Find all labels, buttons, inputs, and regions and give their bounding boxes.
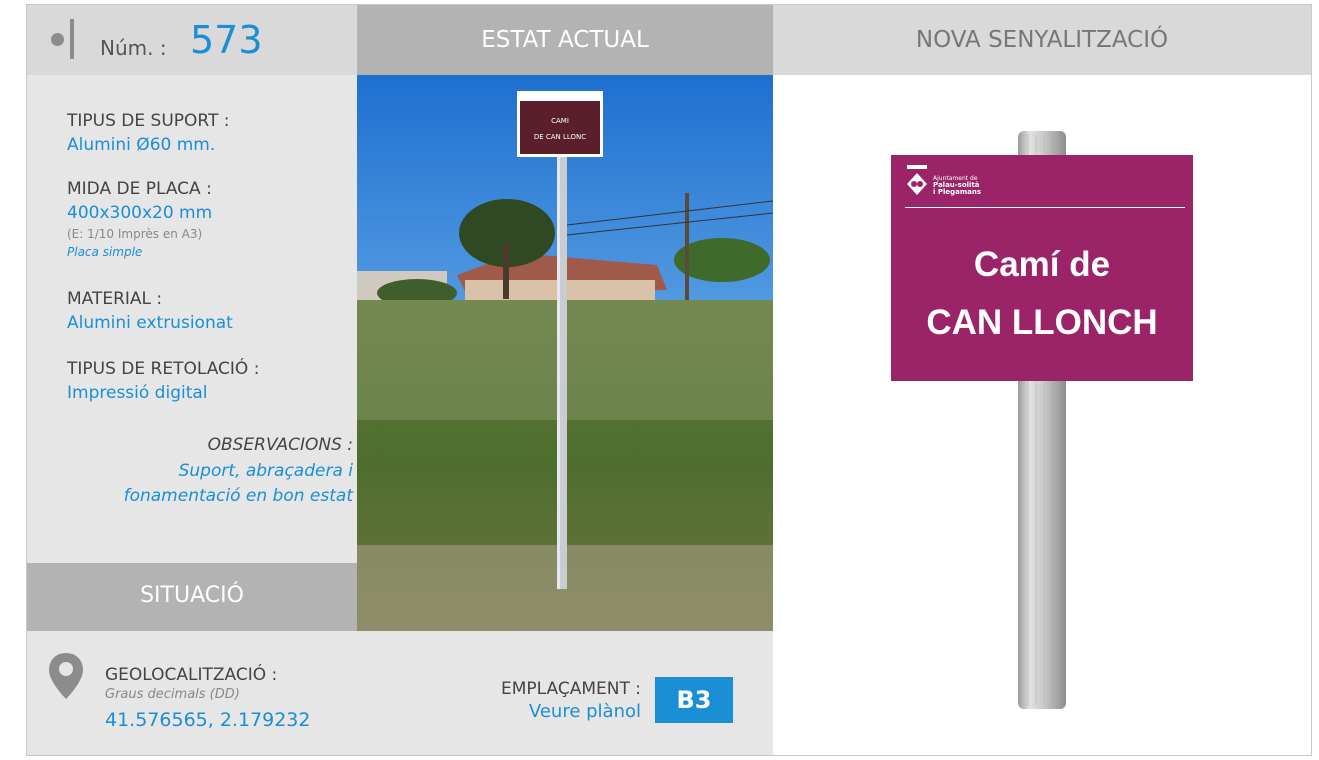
lettering-label: TIPUS DE RETOLACIÓ : [67, 359, 260, 379]
divider-icon [70, 19, 74, 59]
old-sign-line1: CAMI [551, 117, 569, 125]
support-type-value: Alumini Ø60 mm. [67, 135, 216, 155]
current-state-title: ESTAT ACTUAL [481, 27, 649, 53]
support-type-label: TIPUS DE SUPORT : [67, 111, 230, 131]
new-sign-plate: Ajuntament de Palau-solità i Plegamans C… [891, 155, 1193, 381]
logo-text: Ajuntament de Palau-solità i Plegamans [933, 175, 981, 196]
location-panel: GEOLOCALITZACIÓ : Graus decimals (DD) 41… [27, 631, 773, 755]
new-signage-panel: Ajuntament de Palau-solità i Plegamans C… [773, 75, 1311, 755]
lettering-value: Impressió digital [67, 383, 208, 403]
material-value: Alumini extrusionat [67, 313, 233, 333]
plate-type: Placa simple [67, 245, 143, 259]
current-state-header: ESTAT ACTUAL [357, 5, 773, 75]
geolocation-value: 41.576565, 2.179232 [105, 709, 311, 731]
record-sheet: Núm. : 573 ESTAT ACTUAL NOVA SENYALITZAC… [26, 4, 1312, 756]
geolocation-format: Graus decimals (DD) [105, 687, 240, 702]
new-signage-header: NOVA SENYALITZACIÓ [773, 5, 1311, 75]
new-sign-line2: CAN LLONCH [926, 303, 1158, 342]
location-code-badge[interactable]: B3 [655, 677, 733, 723]
logo-icon [907, 165, 927, 195]
observations-label: OBSERVACIONS : [207, 435, 353, 455]
geolocation-label: GEOLOCALITZACIÓ : [105, 665, 278, 685]
plate-size-value: 400x300x20 mm [67, 203, 213, 223]
observations-line2: fonamentació en bon estat [123, 486, 353, 506]
material-label: MATERIAL : [67, 289, 163, 309]
plate-size-note: (E: 1/10 Imprès en A3) [67, 227, 203, 241]
bullet-icon [51, 33, 64, 46]
situation-header: SITUACIÓ [27, 563, 357, 631]
location-label: EMPLAÇAMENT : [501, 679, 641, 699]
number-value: 573 [190, 18, 263, 62]
old-sign-line2: DE CAN LLONC [534, 133, 586, 141]
pin-icon [49, 653, 83, 699]
situation-title: SITUACIÓ [140, 583, 244, 608]
view-map-link[interactable]: Veure plànol [357, 701, 641, 722]
specs-panel: TIPUS DE SUPORT : Alumini Ø60 mm. MIDA D… [27, 75, 357, 563]
observations-line1: Suport, abraçadera i [178, 461, 353, 481]
number-header: Núm. : 573 [27, 5, 357, 75]
new-sign-line1: Camí de [973, 245, 1111, 284]
plate-size-label: MIDA DE PLACA : [67, 179, 212, 199]
number-label: Núm. : [100, 36, 167, 60]
current-state-photo: CAMI DE CAN LLONC [357, 75, 773, 631]
new-signage-title: NOVA SENYALITZACIÓ [915, 27, 1169, 53]
logo-line3: i Plegamans [933, 188, 982, 196]
sign-divider [905, 207, 1185, 208]
